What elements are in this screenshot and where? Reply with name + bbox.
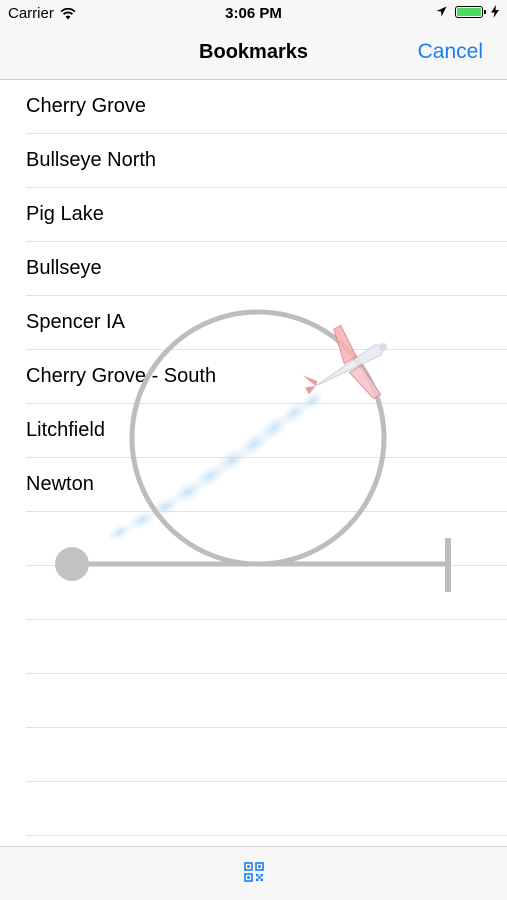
location-arrow-icon xyxy=(436,6,447,17)
bottom-toolbar xyxy=(0,846,507,900)
empty-row xyxy=(26,728,507,782)
list-item[interactable]: Cherry Grove xyxy=(26,80,507,134)
battery-tip xyxy=(484,9,486,14)
battery-fill xyxy=(457,7,481,16)
charging-bolt-icon xyxy=(491,5,499,18)
list-item[interactable]: Pig Lake xyxy=(26,188,507,242)
list-item[interactable]: Newton xyxy=(26,458,507,512)
list-item[interactable]: Bullseye North xyxy=(26,134,507,188)
status-time: 3:06 PM xyxy=(225,5,282,22)
empty-row xyxy=(26,674,507,728)
list-item[interactable]: Bullseye xyxy=(26,242,507,296)
status-bar: Carrier 3:06 PM xyxy=(0,0,507,26)
empty-row xyxy=(26,512,507,566)
battery-icon xyxy=(455,5,486,18)
empty-row xyxy=(26,620,507,674)
navigation-bar: Bookmarks Cancel xyxy=(0,26,507,80)
empty-row xyxy=(26,566,507,620)
list-item[interactable]: Cherry Grove - South xyxy=(26,350,507,404)
empty-row xyxy=(26,836,507,846)
list-item[interactable]: Litchfield xyxy=(26,404,507,458)
status-right xyxy=(436,5,499,18)
cancel-button[interactable]: Cancel xyxy=(418,40,483,64)
empty-row xyxy=(26,782,507,836)
list-item[interactable]: Spencer IA xyxy=(26,296,507,350)
bookmark-list: Cherry Grove Bullseye North Pig Lake Bul… xyxy=(0,80,507,846)
qr-code-icon[interactable] xyxy=(244,862,264,882)
